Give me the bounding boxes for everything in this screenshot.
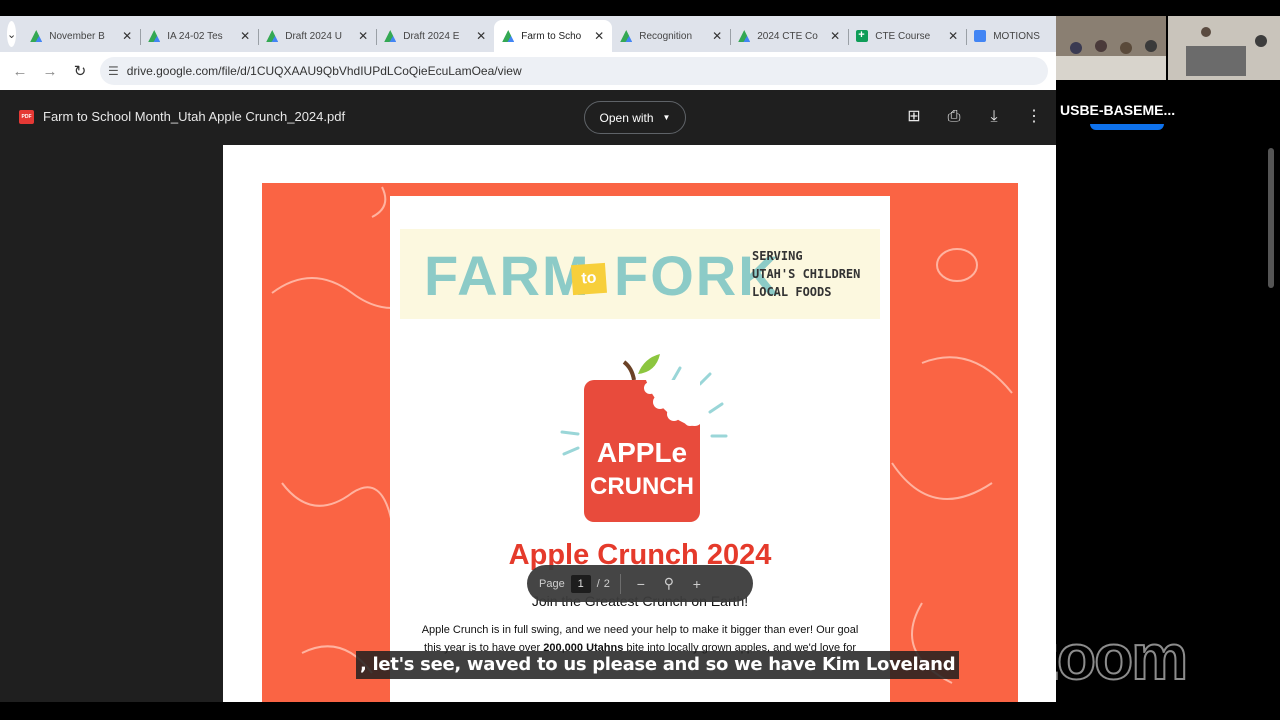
tab-title: November B — [49, 30, 105, 42]
tab-title: Farm to Scho — [521, 30, 582, 42]
apple-crunch-logo: APPLe CRUNCH — [560, 354, 728, 522]
browser-tab[interactable]: Draft 2024 U ✕ — [258, 20, 376, 52]
close-tab-icon[interactable]: ✕ — [476, 29, 486, 43]
drive-icon — [30, 30, 43, 42]
logo-apple-text: APPLe — [597, 437, 687, 468]
drive-icon — [620, 30, 633, 42]
tab-title: IA 24-02 Tes — [167, 30, 223, 42]
browser-tab[interactable]: Farm to Scho ✕ — [494, 20, 613, 52]
drive-icon — [266, 30, 279, 42]
active-speaker-indicator — [1090, 124, 1164, 130]
tab-title: Draft 2024 U — [285, 30, 342, 42]
page-total: 2 — [603, 577, 610, 590]
sheets-icon — [856, 29, 869, 42]
download-icon[interactable]: ⤓ — [984, 107, 1004, 127]
close-tab-icon[interactable]: ✕ — [122, 29, 132, 43]
poster: FARM to FORK SERVING UTAH'S CHILDREN LOC… — [262, 183, 1018, 702]
poster-body-line-1: Apple Crunch is in full swing, and we ne… — [421, 624, 859, 636]
pdf-viewer: PDF Farm to School Month_Utah Apple Crun… — [0, 90, 1056, 702]
print-icon[interactable]: ⎙ — [944, 107, 964, 127]
close-tab-icon[interactable]: ✕ — [358, 29, 368, 43]
close-tab-icon[interactable]: ✕ — [830, 29, 840, 43]
zoom-out-icon[interactable]: − — [631, 576, 651, 592]
caret-down-icon: ▼ — [662, 113, 671, 122]
tab-title: Draft 2024 E — [403, 30, 460, 42]
farm-to-fork-banner: FARM to FORK SERVING UTAH'S CHILDREN LOC… — [400, 229, 880, 319]
close-tab-icon[interactable]: ✕ — [594, 29, 604, 43]
reload-icon[interactable]: ↻ — [70, 62, 90, 80]
participant-video-tile[interactable]: USBE-BASEME... — [1056, 16, 1280, 126]
tab-title: Recognition — [639, 30, 693, 42]
drive-icon — [738, 30, 751, 42]
closed-caption: , let's see, waved to us please and so w… — [356, 651, 960, 679]
zoom-watermark-logo: zoom — [1026, 620, 1189, 694]
banner-to: to — [570, 262, 608, 296]
close-tab-icon[interactable]: ✕ — [948, 29, 958, 43]
more-options-icon[interactable]: ⋮ — [1024, 107, 1044, 127]
pdf-page-toolbar: Page 1 / 2 − ⚲ + — [527, 565, 753, 602]
back-icon[interactable]: ← — [10, 63, 30, 80]
browser-tab[interactable]: Draft 2024 E ✕ — [376, 20, 494, 52]
toolbar-divider — [619, 573, 621, 594]
page-label: Page — [539, 577, 565, 590]
pdf-page: FARM to FORK SERVING UTAH'S CHILDREN LOC… — [223, 145, 1056, 702]
participant-name: USBE-BASEME... — [1060, 102, 1176, 118]
page-number-input[interactable]: 1 — [570, 574, 591, 593]
browser-tab[interactable]: 2024 CTE Co ✕ — [730, 20, 848, 52]
tab-search-chevron-icon[interactable]: ⌄ — [7, 21, 17, 47]
site-settings-icon[interactable]: ☰ — [108, 64, 119, 78]
zoom-icon[interactable]: ⚲ — [659, 575, 679, 592]
browser-tab-bar: ⌄ November B ✕ IA 24-02 Tes ✕ Draft 2024 U ✕ D… — [0, 16, 1056, 52]
banner-farm: FARM — [424, 244, 591, 307]
zoom-in-icon[interactable]: + — [687, 576, 707, 592]
open-with-label: Open with — [599, 110, 654, 125]
logo-crunch-text: CRUNCH — [590, 473, 694, 500]
browser-tab[interactable]: Recognition ✕ — [612, 20, 730, 52]
screen: ⌄ November B ✕ IA 24-02 Tes ✕ Draft 2024 U ✕ D… — [0, 0, 1280, 720]
tab-title: CTE Course — [875, 30, 931, 42]
video-feed — [1056, 16, 1280, 80]
address-bar-row: ← → ↻ ☰ drive.google.com/file/d/1CUQXAAU… — [0, 52, 1056, 90]
pdf-file-icon: PDF — [19, 110, 34, 124]
url-text: drive.google.com/file/d/1CUQXAAU9QbVhdIU… — [126, 64, 522, 78]
docs-icon — [974, 30, 987, 42]
scrollbar[interactable] — [1268, 148, 1274, 288]
file-name: Farm to School Month_Utah Apple Crunch_2… — [43, 109, 346, 124]
tab-title: 2024 CTE Co — [757, 30, 818, 42]
drive-icon — [384, 30, 397, 42]
open-with-button[interactable]: Open with ▼ — [584, 101, 686, 134]
drive-icon — [148, 30, 161, 42]
tab-strip: November B ✕ IA 24-02 Tes ✕ Draft 2024 U ✕ Dra… — [22, 20, 1084, 52]
close-tab-icon[interactable]: ✕ — [240, 29, 250, 43]
page-separator: / — [596, 577, 600, 590]
viewer-header: PDF Farm to School Month_Utah Apple Crun… — [0, 90, 1056, 144]
banner-tagline: SERVING UTAH'S CHILDREN LOCAL FOODS — [752, 249, 861, 299]
browser-tab[interactable]: CTE Course ✕ — [848, 20, 966, 52]
forward-icon[interactable]: → — [40, 63, 60, 80]
poster-sheet: FARM to FORK SERVING UTAH'S CHILDREN LOC… — [390, 196, 890, 702]
drive-icon — [502, 30, 515, 42]
add-comment-icon[interactable]: ⊞ — [904, 107, 924, 127]
url-field[interactable]: ☰ drive.google.com/file/d/1CUQXAAU9QbVhd… — [100, 57, 1048, 85]
browser-tab[interactable]: November B ✕ — [22, 20, 140, 52]
browser-tab[interactable]: IA 24-02 Tes ✕ — [140, 20, 258, 52]
close-tab-icon[interactable]: ✕ — [712, 29, 722, 43]
